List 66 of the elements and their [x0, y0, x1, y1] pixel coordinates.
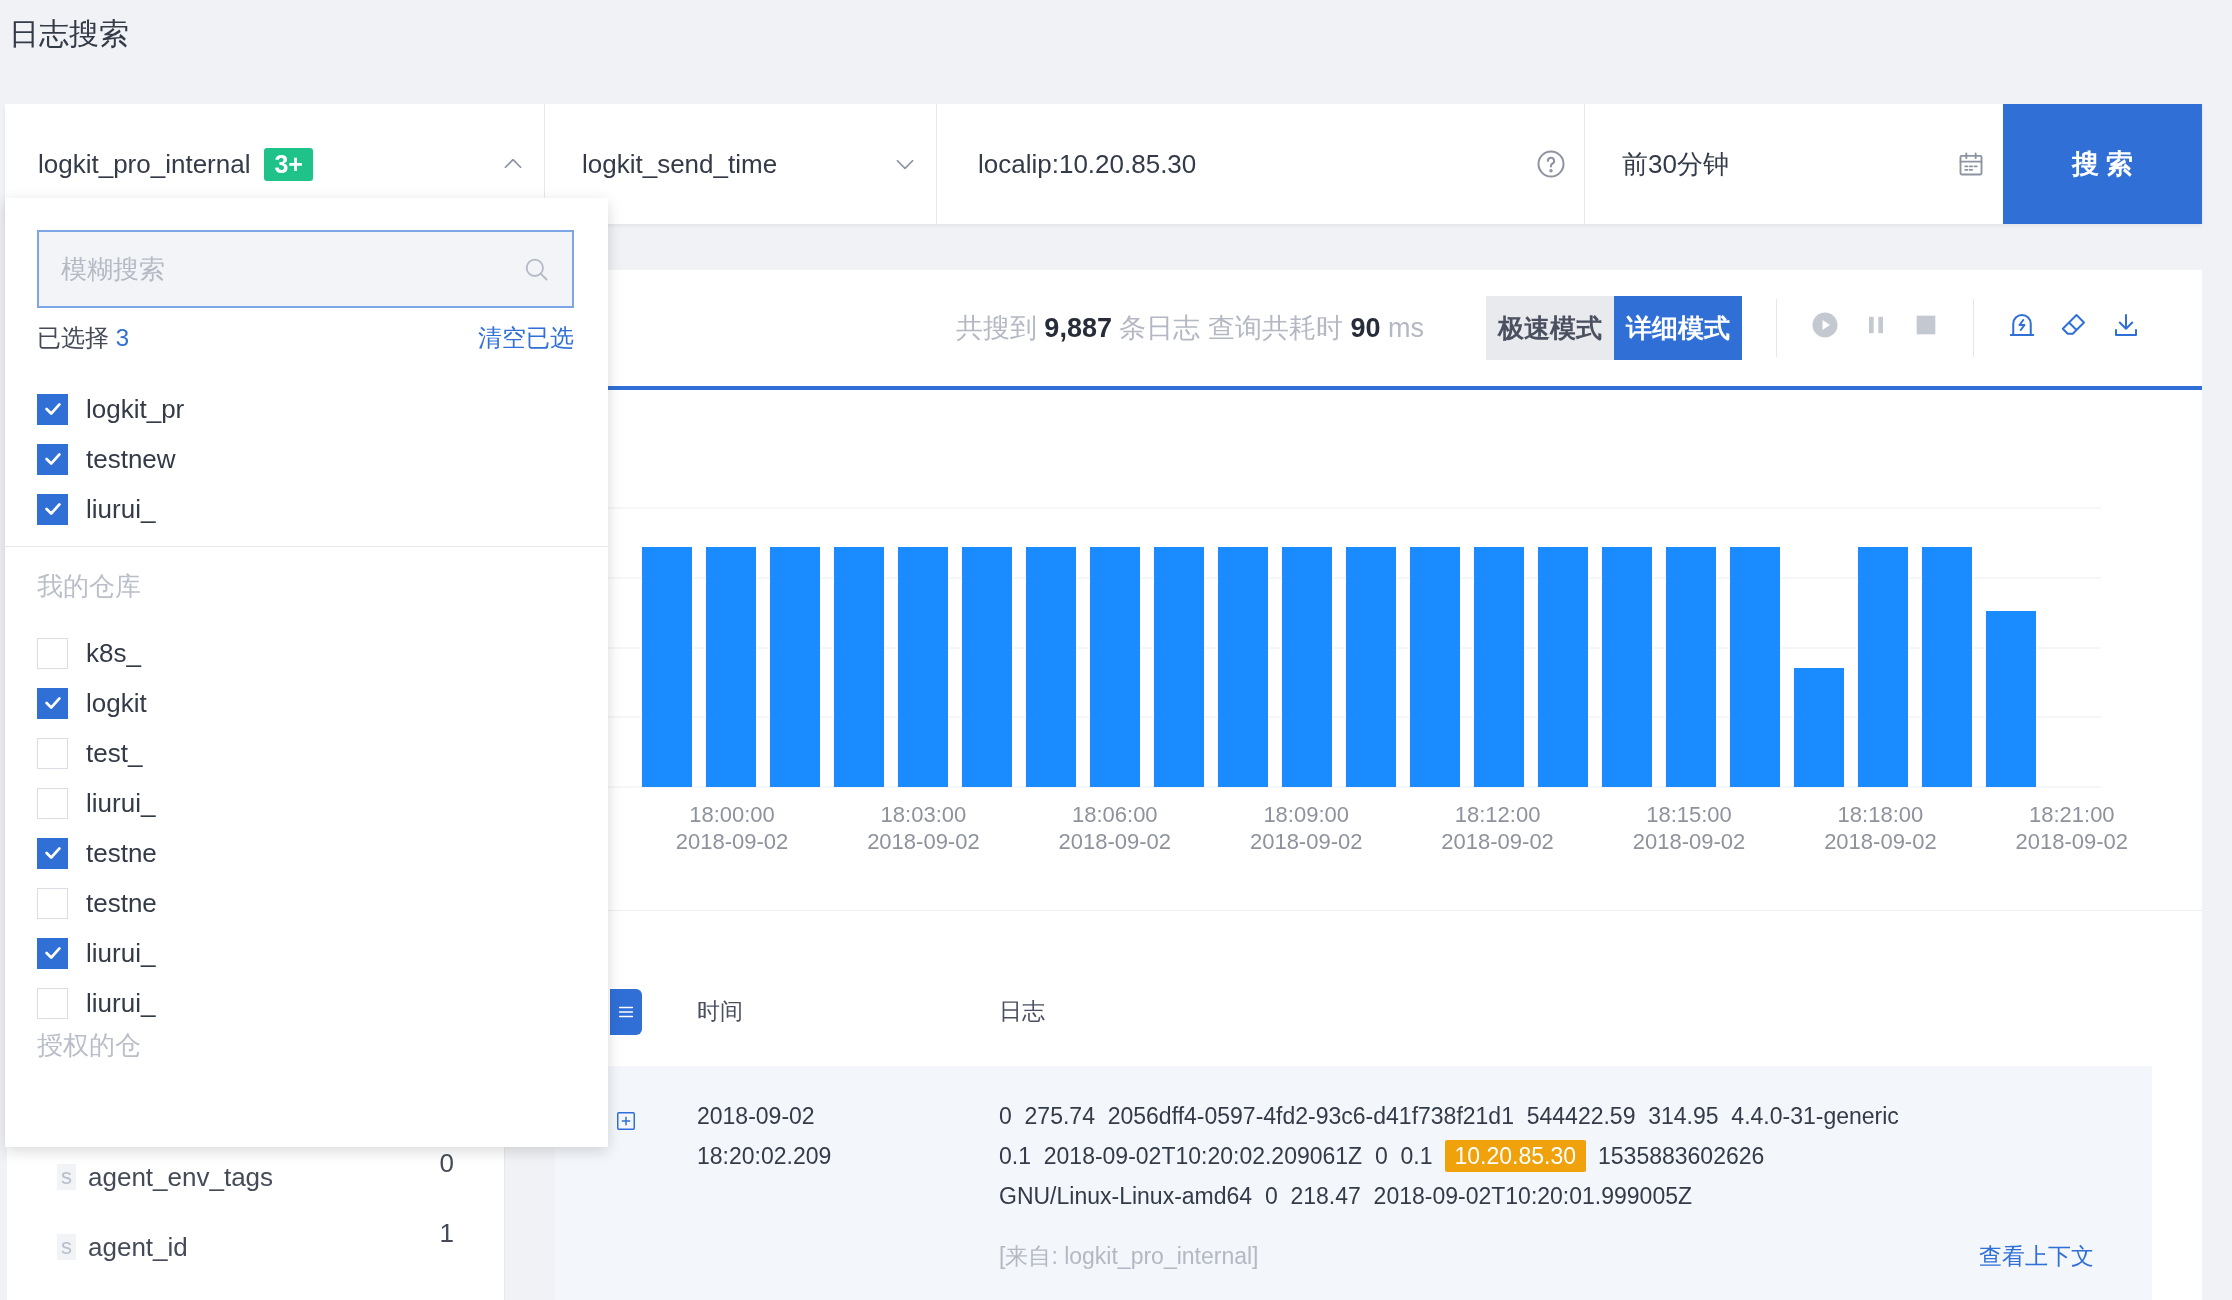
group-title: 授权的仓	[37, 1029, 142, 1062]
field-name[interactable]: agent_id	[88, 1231, 440, 1263]
axis-time-label: 18:15:00	[1646, 802, 1732, 828]
repo-option[interactable]: k8s_	[86, 637, 141, 669]
clear-link[interactable]: 清空已选	[478, 322, 574, 354]
field-name[interactable]: agent_env_tags	[88, 1161, 440, 1193]
axis-time-label: 18:00:00	[689, 802, 775, 828]
axis-date-label: 2018-09-02	[2015, 829, 2129, 855]
highlighted-term: 10.20.85.30	[1444, 1140, 1586, 1172]
log-text: 1535883602626	[1598, 1143, 1765, 1169]
checkbox[interactable]	[37, 393, 68, 425]
axis-date-label: 2018-09-02	[1249, 829, 1363, 855]
mode-tab[interactable]: 极速模式	[1486, 296, 1614, 361]
log-text: 0.1 2018-09-02T10:20:02.209061Z 0 0.1	[999, 1143, 1433, 1169]
search-button[interactable]: 搜 索	[2003, 104, 2202, 224]
axis-date-label: 2018-09-02	[867, 829, 980, 855]
axis-date-label: 2018-09-02	[1824, 829, 1937, 855]
column-header: 时间	[697, 998, 743, 1025]
axis-date-label: 2018-09-02	[1441, 829, 1554, 855]
log-time: 18:20:02.209	[697, 1142, 833, 1171]
mode-tab[interactable]: 详细模式	[1614, 296, 1742, 361]
axis-date-label: 2018-09-02	[1632, 829, 1746, 855]
help-icon	[1536, 149, 1566, 179]
checkbox[interactable]	[37, 837, 68, 869]
repo-option[interactable]: liurui_	[86, 937, 156, 969]
log-text: 0 275.74 2056dff4-0597-4fd2-93c6-d41f738f21d1 544422.59 314.95 4.4.0-31-generic	[999, 1103, 1899, 1129]
log-date: 2018-09-02	[697, 1102, 816, 1131]
axis-time-label: 18:12:00	[1454, 802, 1541, 828]
axis-date-label: 2018-09-02	[1058, 829, 1172, 855]
axis-date-label: 2018-09-02	[675, 829, 789, 855]
expand-icon[interactable]	[615, 1110, 637, 1132]
calendar-icon	[1957, 150, 1985, 178]
checkbox[interactable]	[37, 687, 68, 719]
group-title: 我的仓库	[37, 570, 142, 603]
checkbox[interactable]	[37, 937, 68, 969]
log-source: [来自: logkit_pro_internal]	[999, 1242, 1259, 1271]
context-link[interactable]: 查看上下文	[1979, 1236, 2094, 1276]
repo-option[interactable]: logkit_pr	[86, 393, 185, 425]
repo-option[interactable]: liurui_	[86, 787, 156, 819]
repo-option[interactable]: test_	[86, 737, 143, 769]
column-header: 日志	[999, 997, 1045, 1027]
field-count: 1	[439, 1218, 454, 1249]
query-field[interactable]: localip:10.20.85.30	[937, 104, 1585, 224]
repo-option[interactable]: testnew	[86, 443, 176, 475]
axis-time-label: 18:18:00	[1837, 802, 1924, 828]
log-text: GNU/Linux-Linux-amd64 0 218.47 2018-09-02T10:20:01.999005Z	[999, 1183, 1692, 1209]
type-tag: s	[57, 1234, 76, 1260]
column-menu-button[interactable]	[610, 988, 642, 1035]
repo-option[interactable]: testne	[86, 837, 157, 869]
axis-time-label: 18:09:00	[1263, 802, 1349, 828]
page-title: 日志搜索	[8, 16, 130, 52]
field-count: 0	[439, 1148, 454, 1179]
time-range-select[interactable]: 前30分钟	[1585, 104, 2003, 224]
repo-option[interactable]: liurui_	[86, 987, 156, 1019]
axis-time-label: 18:21:00	[2029, 802, 2115, 828]
result-summary: 共搜到 9,887 条日志 查询共耗时 90 ms	[955, 312, 1424, 346]
checkbox[interactable]	[37, 443, 68, 475]
count-badge: 3+	[264, 147, 313, 181]
axis-time-label: 18:03:00	[880, 802, 967, 828]
checkbox[interactable]	[37, 493, 68, 525]
repo-option[interactable]: liurui_	[86, 493, 156, 525]
repo-option[interactable]: logkit	[86, 687, 147, 719]
type-tag: s	[57, 1164, 76, 1190]
selected-count: 已选择 3	[37, 323, 130, 353]
axis-time-label: 18:06:00	[1072, 802, 1158, 828]
repo-option[interactable]: testne	[86, 887, 157, 919]
